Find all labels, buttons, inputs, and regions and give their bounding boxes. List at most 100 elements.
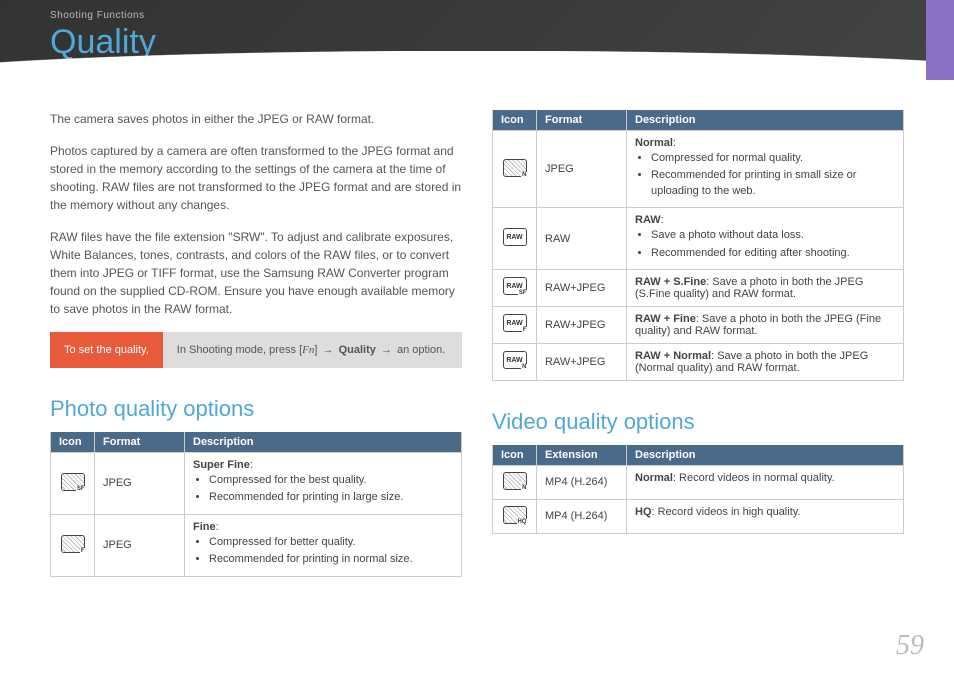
col-ext: Extension — [537, 445, 627, 466]
fn-key-icon: Fn — [302, 344, 314, 356]
quality-icon-subscript: F — [80, 548, 86, 554]
desc-bullets: Compressed for better quality. Recommende… — [193, 535, 453, 568]
desc-bullet: Compressed for the best quality. — [209, 473, 453, 488]
intro-paragraph-2: Photos captured by a camera are often tr… — [50, 142, 462, 214]
quality-icon: RAW — [503, 228, 527, 246]
page-header: Shooting Functions Quality — [0, 0, 954, 80]
photo-section-title: Photo quality options — [50, 396, 462, 422]
quality-icon-subscript: N — [521, 485, 527, 491]
cell-icon: RAW — [493, 208, 537, 270]
quality-icon: RAWN — [503, 351, 527, 369]
cell-desc: Fine:Compressed for better quality.Recom… — [185, 514, 462, 576]
desc-lead: RAW + Normal — [635, 350, 711, 362]
cell-icon: RAWF — [493, 306, 537, 343]
cell-format: JPEG — [95, 453, 185, 515]
intro-paragraph-3: RAW files have the file extension "SRW".… — [50, 228, 462, 318]
header-curve — [0, 51, 954, 81]
desc-bullets: Compressed for normal quality.Recommende… — [635, 151, 895, 199]
photo-quality-table-continued: Icon Format Description NJPEGNormal:Comp… — [492, 110, 904, 381]
cell-format: MP4 (H.264) — [537, 499, 627, 533]
col-icon: Icon — [51, 432, 95, 453]
cell-icon: RAWSF — [493, 269, 537, 306]
cell-format: MP4 (H.264) — [537, 465, 627, 499]
cell-desc: HQ: Record videos in high quality. — [627, 499, 904, 533]
quality-icon-subscript: SF — [518, 290, 528, 296]
content-area: The camera saves photos in either the JP… — [0, 80, 954, 577]
desc-bullets: Save a photo without data loss. Recommend… — [635, 228, 895, 261]
col-icon: Icon — [493, 110, 537, 131]
quality-icon-text: RAW — [506, 231, 524, 243]
quality-icon-subscript: HQ — [517, 519, 528, 525]
table-row: NMP4 (H.264)Normal: Record videos in nor… — [493, 465, 904, 499]
cell-format: RAW — [537, 208, 627, 270]
quality-icon: F — [61, 535, 85, 553]
desc-lead: Normal — [635, 137, 673, 149]
cell-icon: SF — [51, 453, 95, 515]
col-format: Format — [95, 432, 185, 453]
desc-bullet: Compressed for normal quality. — [651, 151, 895, 166]
cell-icon: RAWN — [493, 343, 537, 380]
intro-paragraph-1: The camera saves photos in either the JP… — [50, 110, 462, 128]
table-row: RAWFRAW+JPEGRAW + Fine: Save a photo in … — [493, 306, 904, 343]
col-desc: Description — [627, 110, 904, 131]
desc-bullets: Compressed for the best quality.Recommen… — [193, 473, 453, 506]
table-row: SFJPEGSuper Fine:Compressed for the best… — [51, 453, 462, 515]
cell-icon: F — [51, 514, 95, 576]
instruction-bar: To set the quality, In Shooting mode, pr… — [50, 332, 462, 368]
desc-bullet: Compressed for better quality. — [209, 535, 453, 550]
video-section-title: Video quality options — [492, 409, 904, 435]
desc-text: : Record videos in high quality. — [652, 506, 801, 518]
left-column: The camera saves photos in either the JP… — [50, 110, 462, 577]
instruction-label: To set the quality, — [50, 332, 163, 368]
desc-bullet: Recommended for editing after shooting. — [651, 246, 895, 261]
cell-desc: RAW + S.Fine: Save a photo in both the J… — [627, 269, 904, 306]
arrow-icon: → — [321, 344, 336, 356]
cell-desc: Normal: Record videos in normal quality. — [627, 465, 904, 499]
quality-icon-text: RAW — [506, 317, 524, 329]
right-column: Icon Format Description NJPEGNormal:Comp… — [492, 110, 904, 577]
desc-bullet: Save a photo without data loss. — [651, 228, 895, 243]
quality-icon-subscript: F — [522, 327, 528, 333]
cell-desc: RAW:Save a photo without data loss.Recom… — [627, 208, 904, 270]
quality-icon: N — [503, 159, 527, 177]
cell-icon: N — [493, 465, 537, 499]
accent-bar — [926, 0, 954, 80]
instruction-text: In Shooting mode, press [Fn] → Quality →… — [163, 332, 462, 368]
instruction-mid: ] — [314, 344, 320, 356]
quality-icon: HQ — [503, 506, 527, 524]
cell-icon: N — [493, 131, 537, 208]
col-desc: Description — [627, 445, 904, 466]
photo-quality-table: Icon Format Description SF JPEG Super Fine… — [50, 432, 462, 577]
table-row: FJPEGFine:Compressed for better quality.… — [51, 514, 462, 576]
desc-lead: Super Fine — [193, 459, 250, 471]
quality-icon-subscript: SF — [76, 486, 86, 492]
video-quality-table: Icon Extension Description NMP4 (H.264)N… — [492, 445, 904, 534]
cell-desc: Normal:Compressed for normal quality.Rec… — [627, 131, 904, 208]
quality-icon: SF — [61, 473, 85, 491]
table-row: HQMP4 (H.264)HQ: Record videos in high q… — [493, 499, 904, 533]
page-number: 59 — [896, 630, 924, 662]
cell-desc: RAW + Fine: Save a photo in both the JPE… — [627, 306, 904, 343]
col-desc: Description — [185, 432, 462, 453]
desc-lead: Normal — [635, 472, 673, 484]
quality-icon: RAWF — [503, 314, 527, 332]
instruction-quality: Quality — [339, 344, 376, 356]
table-row: NJPEGNormal:Compressed for normal qualit… — [493, 131, 904, 208]
col-format: Format — [537, 110, 627, 131]
desc-lead: Fine — [193, 521, 216, 533]
desc-lead: RAW — [635, 214, 661, 226]
cell-icon: HQ — [493, 499, 537, 533]
desc-bullet: Recommended for printing in normal size. — [209, 552, 453, 567]
quality-icon-subscript: N — [521, 364, 527, 370]
instruction-suffix: an option. — [394, 344, 445, 356]
breadcrumb: Shooting Functions — [50, 10, 954, 21]
cell-format: RAW+JPEG — [537, 269, 627, 306]
table-row: RAWSF RAW+JPEGRAW + S.Fine: Save a photo … — [493, 269, 904, 306]
desc-text: : Record videos in normal quality. — [673, 472, 835, 484]
desc-lead: HQ — [635, 506, 652, 518]
desc-lead: RAW + S.Fine — [635, 276, 706, 288]
cell-desc: RAW + Normal: Save a photo in both the J… — [627, 343, 904, 380]
table-row: RAWNRAW+JPEGRAW + Normal: Save a photo i… — [493, 343, 904, 380]
quality-icon: RAWSF — [503, 277, 527, 295]
instruction-prefix: In Shooting mode, press [ — [177, 344, 302, 356]
